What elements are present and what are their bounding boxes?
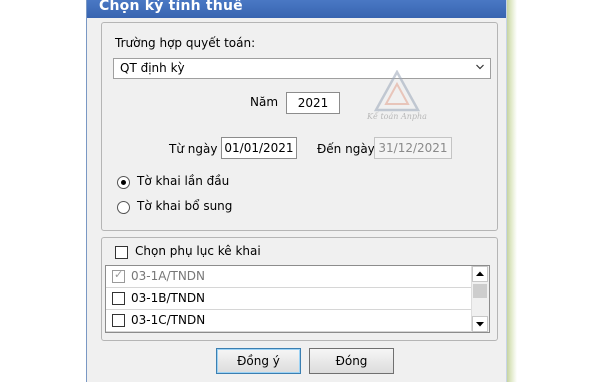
- list-item-checkbox[interactable]: [112, 314, 125, 327]
- background-edge: [505, 0, 517, 382]
- appendix-list: ✓ 03-1A/TNDN 03-1B/TNDN 03-1C/TNDN: [105, 265, 490, 333]
- year-input[interactable]: 2021: [286, 92, 340, 114]
- list-scrollbar[interactable]: [471, 266, 489, 332]
- appendix-checkbox-label[interactable]: Chọn phụ lục kê khai: [135, 244, 261, 258]
- triangle-down-icon: [476, 322, 484, 327]
- triangle-logo-icon: [373, 69, 421, 112]
- list-item-checkbox: ✓: [112, 268, 125, 283]
- scroll-down-button[interactable]: [472, 316, 488, 332]
- radio-selected-dot: [121, 180, 126, 185]
- triangle-up-icon: [476, 271, 484, 276]
- radio-first-declaration[interactable]: [117, 176, 130, 189]
- appendix-checkbox[interactable]: [115, 246, 128, 259]
- radio-supplementary-declaration[interactable]: [117, 201, 130, 214]
- radio-supplementary-declaration-label[interactable]: Tờ khai bổ sung: [137, 199, 232, 213]
- from-date-input[interactable]: 01/01/2021: [221, 137, 297, 159]
- list-item[interactable]: 03-1B/TNDN: [106, 288, 473, 310]
- watermark-logo: Kế toán Anpha: [367, 69, 442, 130]
- list-item-label: 03-1C/TNDN: [131, 313, 206, 327]
- list-item[interactable]: 03-1C/TNDN: [106, 310, 473, 332]
- background-area: [505, 0, 609, 382]
- dialog-title: Chọn kỳ tính thuế: [99, 0, 243, 14]
- chevron-down-icon: [476, 64, 484, 70]
- list-item-checkbox[interactable]: [112, 292, 125, 305]
- case-label: Trường hợp quyết toán:: [115, 36, 256, 50]
- check-icon: ✓: [114, 268, 124, 281]
- dialog-titlebar[interactable]: Chọn kỳ tính thuế: [87, 0, 506, 18]
- list-item-label: 03-1B/TNDN: [131, 291, 206, 305]
- from-date-label: Từ ngày: [169, 142, 218, 156]
- radio-first-declaration-label[interactable]: Tờ khai lần đầu: [137, 174, 229, 188]
- watermark-text: Kế toán Anpha: [367, 112, 427, 121]
- to-date-label: Đến ngày: [317, 142, 375, 156]
- scroll-thumb[interactable]: [473, 284, 487, 298]
- close-button[interactable]: Đóng: [309, 348, 394, 374]
- tax-period-dialog: Chọn kỳ tính thuế Trường hợp quyết toán:…: [86, 0, 506, 382]
- to-date-input: 31/12/2021: [374, 137, 452, 159]
- year-label: Năm: [250, 95, 279, 109]
- ok-button[interactable]: Đồng ý: [216, 348, 301, 374]
- scroll-up-button[interactable]: [472, 266, 488, 282]
- list-item[interactable]: ✓ 03-1A/TNDN: [106, 266, 473, 288]
- list-item-label: 03-1A/TNDN: [131, 269, 206, 283]
- case-dropdown-value: QT định kỳ: [120, 61, 185, 75]
